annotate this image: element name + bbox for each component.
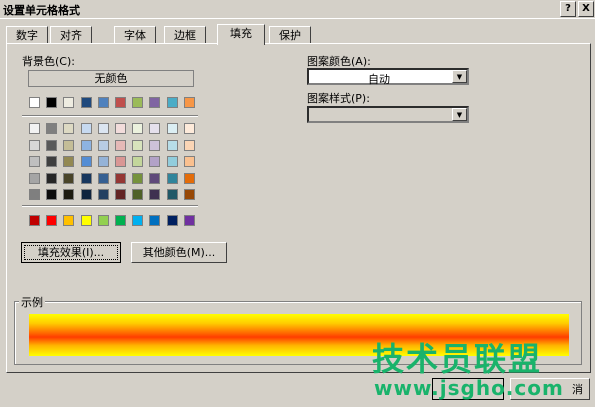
color-swatch[interactable] <box>149 172 160 184</box>
color-swatch[interactable] <box>63 172 74 184</box>
color-swatch[interactable] <box>184 97 195 108</box>
color-swatch[interactable] <box>98 189 109 200</box>
color-swatch[interactable] <box>149 97 160 108</box>
fill-effects-button[interactable]: 填充效果(I)... <box>21 242 121 263</box>
tab-fill[interactable]: 填充 <box>217 24 265 45</box>
watermark-title: 技术员联盟 <box>372 340 543 378</box>
color-swatch[interactable] <box>98 172 109 184</box>
color-swatch[interactable] <box>81 156 92 167</box>
pattern-color-select[interactable]: 自动 ▼ <box>307 68 469 86</box>
color-swatch[interactable] <box>63 189 74 200</box>
color-swatch[interactable] <box>98 97 109 108</box>
chevron-down-icon[interactable]: ▼ <box>452 70 467 83</box>
color-swatch[interactable] <box>63 215 74 226</box>
more-colors-button[interactable]: 其他颜色(M)... <box>131 242 227 263</box>
no-color-button[interactable]: 无颜色 <box>28 70 194 87</box>
color-swatch[interactable] <box>167 97 178 108</box>
color-swatch[interactable] <box>81 215 92 226</box>
tab-font[interactable]: 字体 <box>114 26 156 44</box>
color-swatch[interactable] <box>115 189 126 200</box>
color-swatch[interactable] <box>81 139 92 151</box>
color-swatch[interactable] <box>29 156 40 167</box>
color-swatch[interactable] <box>167 139 178 151</box>
color-swatch[interactable] <box>149 123 160 134</box>
color-swatch[interactable] <box>63 123 74 134</box>
color-swatch[interactable] <box>149 215 160 226</box>
color-swatch[interactable] <box>184 123 195 134</box>
color-swatch[interactable] <box>132 189 143 200</box>
color-swatch[interactable] <box>115 123 126 134</box>
color-swatch[interactable] <box>46 215 57 226</box>
color-swatch[interactable] <box>115 215 126 226</box>
color-swatch[interactable] <box>29 97 40 108</box>
title-bar: 设置单元格格式 ? X <box>0 0 595 19</box>
color-swatch[interactable] <box>98 156 109 167</box>
color-swatch[interactable] <box>46 172 57 184</box>
tab-alignment[interactable]: 对齐 <box>50 26 92 44</box>
divider <box>22 115 198 117</box>
color-swatch[interactable] <box>149 139 160 151</box>
color-swatch[interactable] <box>184 139 195 151</box>
color-swatch[interactable] <box>29 139 40 151</box>
color-swatch[interactable] <box>81 97 92 108</box>
help-button[interactable]: ? <box>560 1 576 17</box>
color-swatch[interactable] <box>167 189 178 200</box>
color-swatch[interactable] <box>46 97 57 108</box>
color-swatch[interactable] <box>167 123 178 134</box>
background-color-label: 背景色(C): <box>22 55 75 68</box>
color-swatch[interactable] <box>63 97 74 108</box>
sample-label: 示例 <box>19 294 45 310</box>
color-swatch[interactable] <box>132 172 143 184</box>
color-swatch[interactable] <box>29 172 40 184</box>
chevron-down-icon[interactable]: ▼ <box>452 108 467 121</box>
tab-border[interactable]: 边框 <box>164 26 206 44</box>
color-swatch[interactable] <box>132 97 143 108</box>
color-swatch[interactable] <box>115 97 126 108</box>
color-swatch[interactable] <box>132 123 143 134</box>
color-swatch[interactable] <box>46 156 57 167</box>
color-swatch[interactable] <box>132 156 143 167</box>
divider <box>22 205 198 207</box>
color-swatch[interactable] <box>132 139 143 151</box>
color-swatch[interactable] <box>46 189 57 200</box>
tab-protection[interactable]: 保护 <box>269 26 311 44</box>
color-swatch[interactable] <box>63 156 74 167</box>
color-swatch[interactable] <box>149 156 160 167</box>
color-swatch[interactable] <box>167 172 178 184</box>
color-swatch[interactable] <box>115 139 126 151</box>
color-swatch[interactable] <box>184 189 195 200</box>
color-swatch[interactable] <box>81 172 92 184</box>
color-swatch[interactable] <box>63 139 74 151</box>
color-swatch[interactable] <box>184 172 195 184</box>
pattern-color-value: 自动 <box>368 73 390 86</box>
color-swatch[interactable] <box>81 123 92 134</box>
color-swatch[interactable] <box>98 215 109 226</box>
color-swatch[interactable] <box>46 123 57 134</box>
close-button[interactable]: X <box>578 1 594 17</box>
window-title: 设置单元格格式 <box>3 4 80 17</box>
color-swatch[interactable] <box>184 215 195 226</box>
watermark-url: www.jsgho.com <box>374 376 564 400</box>
color-swatch[interactable] <box>115 172 126 184</box>
color-swatch[interactable] <box>29 189 40 200</box>
color-swatch[interactable] <box>167 156 178 167</box>
color-swatch[interactable] <box>46 139 57 151</box>
tab-number[interactable]: 数字 <box>6 26 48 44</box>
color-swatch[interactable] <box>29 215 40 226</box>
pattern-style-select[interactable]: ▼ <box>307 106 469 123</box>
color-swatch[interactable] <box>149 189 160 200</box>
color-swatch[interactable] <box>132 215 143 226</box>
color-swatch[interactable] <box>29 123 40 134</box>
color-swatch[interactable] <box>184 156 195 167</box>
color-swatch[interactable] <box>81 189 92 200</box>
color-swatch[interactable] <box>98 123 109 134</box>
watermark-logo: 技术员联盟 www.jsgho.com <box>372 334 563 404</box>
color-swatch[interactable] <box>98 139 109 151</box>
pattern-color-label: 图案颜色(A): <box>307 55 371 68</box>
color-swatch[interactable] <box>167 215 178 226</box>
pattern-style-label: 图案样式(P): <box>307 92 370 105</box>
color-swatch[interactable] <box>115 156 126 167</box>
